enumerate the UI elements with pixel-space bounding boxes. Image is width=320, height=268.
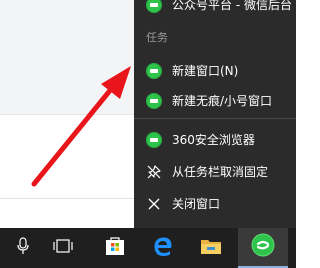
divider [0, 198, 134, 199]
unpin-label: 从任务栏取消固定 [172, 165, 269, 179]
app-name-label: 360安全浏览器 [172, 133, 255, 147]
close-icon [146, 196, 162, 212]
new-private-window-label: 新建无痕/小号窗口 [172, 94, 273, 108]
tasks-heading: 任务 [146, 31, 168, 44]
file-explorer-button[interactable] [188, 228, 234, 268]
jump-list-recent-item[interactable]: 公众号平台 - 微信后台 [134, 0, 296, 18]
recent-item-label: 公众号平台 - 微信后台 [172, 0, 292, 12]
close-window-item[interactable]: 关闭窗口 [134, 191, 296, 217]
divider [0, 114, 134, 115]
file-explorer-icon [200, 237, 222, 259]
edge-button[interactable] [140, 228, 186, 268]
jump-list-separator [134, 118, 296, 119]
background-panel [0, 0, 134, 114]
360-browser-icon [251, 233, 275, 261]
taskbar [0, 228, 296, 268]
new-private-window-item[interactable]: 新建无痕/小号窗口 [134, 88, 296, 114]
unpin-icon [146, 164, 162, 180]
microphone-icon [16, 237, 30, 259]
task-view-icon [52, 238, 74, 258]
task-view-button[interactable] [40, 228, 86, 268]
360-browser-icon [146, 93, 162, 109]
unpin-item[interactable]: 从任务栏取消固定 [134, 159, 296, 185]
360-browser-icon [146, 132, 162, 148]
new-window-label: 新建窗口(N) [172, 64, 239, 78]
jump-list: 公众号平台 - 微信后台 任务 新建窗口(N) 新建无痕/小号窗口 360安全浏… [134, 0, 296, 228]
360-browser-icon [146, 0, 162, 13]
360-browser-icon [146, 63, 162, 79]
360-browser-taskbar-button[interactable] [238, 228, 288, 268]
store-button[interactable] [92, 228, 138, 268]
close-window-label: 关闭窗口 [172, 197, 221, 211]
edge-icon [152, 235, 174, 261]
new-window-item[interactable]: 新建窗口(N) [134, 58, 296, 84]
store-icon [104, 235, 126, 261]
open-app-item[interactable]: 360安全浏览器 [134, 127, 296, 153]
